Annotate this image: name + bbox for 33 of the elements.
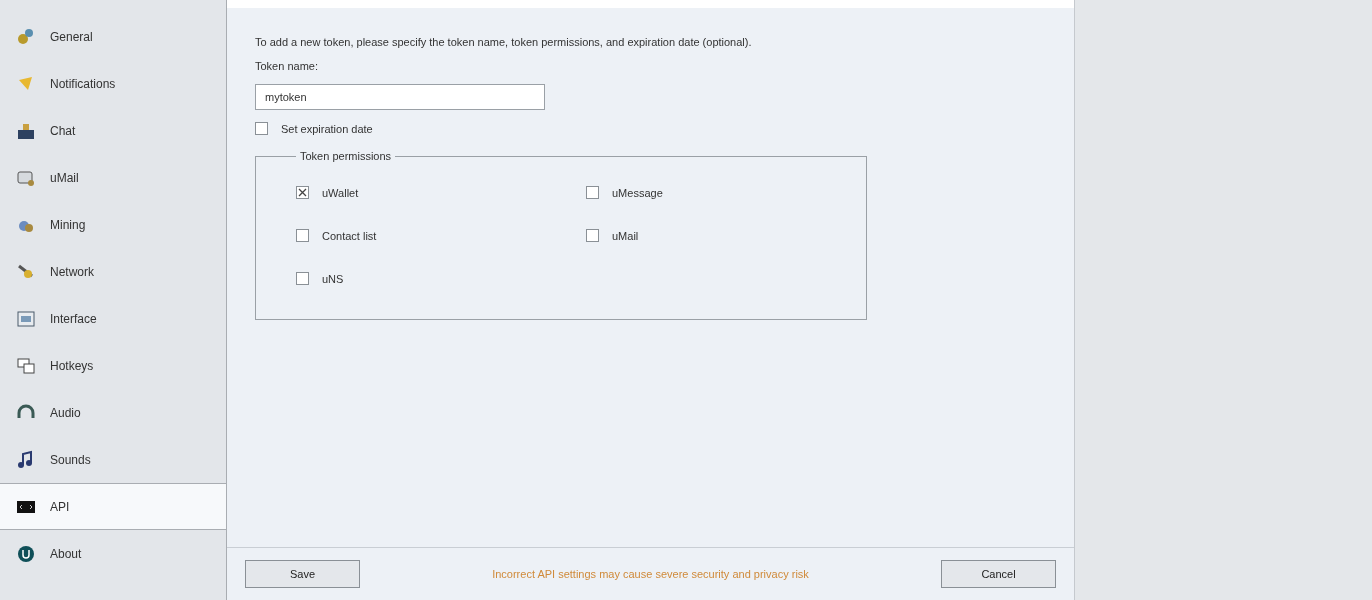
sidebar-item[interactable]: Chat [0, 107, 226, 154]
warning-text: Incorrect API settings may cause severe security and privacy risk [492, 568, 809, 580]
checkbox[interactable] [296, 229, 309, 242]
checkbox-label: uWallet [322, 186, 359, 199]
checkbox[interactable] [586, 229, 599, 242]
field-label: Token name: [255, 60, 319, 72]
checkbox-label: uMail [612, 229, 639, 242]
checkbox[interactable] [296, 272, 309, 285]
checkbox-label: Contact list [322, 229, 377, 242]
sidebar-item[interactable]: Interface [0, 295, 226, 342]
checkbox-label: Set expiration date [281, 122, 373, 135]
checkbox[interactable] [255, 122, 268, 135]
sidebar-item[interactable]: General [0, 13, 226, 60]
sidebar-item[interactable]: Hotkeys [0, 342, 226, 389]
sidebar-item[interactable]: Notifications [0, 60, 226, 107]
sidebar-item[interactable]: Audio [0, 389, 226, 436]
sidebar-item[interactable]: Network [0, 248, 226, 295]
checkbox[interactable] [296, 186, 309, 199]
sidebar-item[interactable]: Sounds [0, 436, 226, 483]
sidebar-item[interactable]: About [0, 530, 226, 577]
checkbox[interactable] [586, 186, 599, 199]
sidebar-item[interactable]: uMail [0, 154, 226, 201]
window-icon [16, 308, 36, 329]
sidebar-item[interactable]: Mining [0, 201, 226, 248]
sidebar-item[interactable]: API [0, 483, 226, 530]
cancel-button[interactable]: Cancel [941, 560, 1056, 588]
token-name-field[interactable]: mytoken [255, 84, 545, 110]
checkbox-label: uMessage [612, 186, 663, 199]
intro-text: To add a new token, please specify the token name, token permissions, and expiration date (optional). [255, 36, 753, 48]
checkbox-label: uNS [322, 272, 344, 285]
save-button[interactable]: Save [245, 560, 360, 588]
group-title: Token permissions [299, 150, 393, 162]
logo-icon [16, 543, 36, 564]
